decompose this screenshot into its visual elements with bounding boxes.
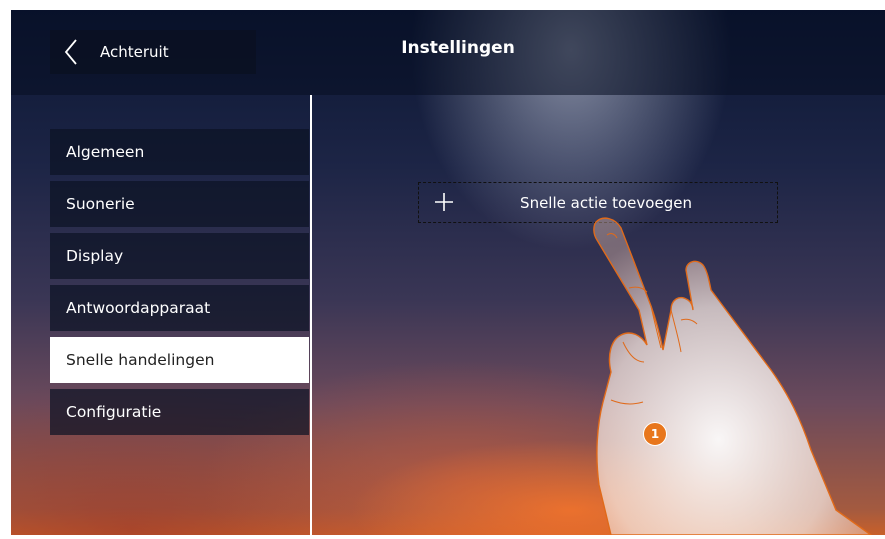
menu-item-configuratie[interactable]: Configuratie xyxy=(50,389,309,435)
menu-item-algemeen[interactable]: Algemeen xyxy=(50,129,309,175)
step-callout: 1 xyxy=(643,422,667,446)
menu-item-suonerie[interactable]: Suonerie xyxy=(50,181,309,227)
menu-item-label: Suonerie xyxy=(66,195,135,213)
top-bar: Achteruit Instellingen xyxy=(11,10,885,95)
menu-item-label: Display xyxy=(66,247,124,265)
panel-divider xyxy=(310,95,312,535)
page-title: Instellingen xyxy=(401,38,515,58)
settings-menu: Algemeen Suonerie Display Antwoordappara… xyxy=(50,129,309,441)
menu-item-label: Algemeen xyxy=(66,143,145,161)
device-screen: Achteruit Instellingen Algemeen Suonerie… xyxy=(11,10,885,535)
menu-item-label: Configuratie xyxy=(66,403,162,421)
add-quick-action-button[interactable]: Snelle actie toevoegen xyxy=(418,182,778,223)
menu-item-label: Antwoordapparaat xyxy=(66,299,211,317)
menu-item-antwoordapparaat[interactable]: Antwoordapparaat xyxy=(50,285,309,331)
menu-item-snelle-handelingen[interactable]: Snelle handelingen xyxy=(50,337,309,383)
menu-item-display[interactable]: Display xyxy=(50,233,309,279)
menu-item-label: Snelle handelingen xyxy=(66,351,215,369)
add-quick-action-label: Snelle actie toevoegen xyxy=(520,193,692,212)
